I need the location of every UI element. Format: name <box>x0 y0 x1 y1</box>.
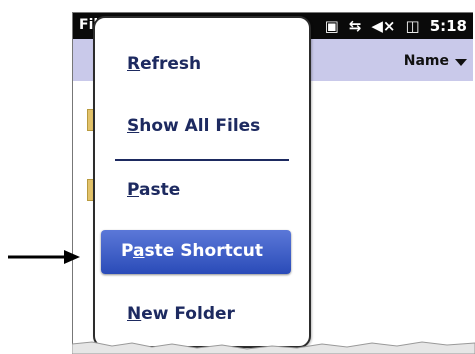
menu-item-accelerator: P <box>127 180 140 200</box>
menu-item-label: efresh <box>140 54 202 74</box>
menu-item-accelerator: N <box>127 304 142 324</box>
volume-icon: ◀× <box>371 17 396 35</box>
menu-item-accelerator: S <box>127 116 140 136</box>
sort-down-icon[interactable] <box>455 59 467 66</box>
menu-item-show-all-files[interactable]: Show All Files <box>127 116 260 136</box>
menu-item-accelerator: a <box>133 241 145 261</box>
menu-item-label-wrap: Paste Shortcut <box>121 241 263 261</box>
menu-item-accelerator: R <box>127 54 141 74</box>
menu-item-refresh[interactable]: Refresh <box>127 54 201 74</box>
menu-item-paste[interactable]: Paste <box>127 180 180 200</box>
menu-item-label: how All Files <box>139 116 261 136</box>
menu-item-label: ew Folder <box>141 304 235 324</box>
context-menu: Refresh Show All Files Paste Paste Short… <box>93 16 311 348</box>
menu-item-label: ste Shortcut <box>144 241 264 261</box>
clock[interactable]: 5:18 <box>430 17 467 35</box>
status-icons: ▣ ⇆ ◀× ◫ 5:18 <box>325 17 467 35</box>
menu-item-label: P <box>121 241 134 261</box>
sync-icon: ⇆ <box>348 17 362 35</box>
menu-item-new-folder[interactable]: New Folder <box>127 304 235 324</box>
menu-separator <box>115 159 289 161</box>
battery-icon: ◫ <box>405 17 420 35</box>
menu-item-label: aste <box>139 180 181 200</box>
signal-icon: ▣ <box>324 17 339 35</box>
torn-edge <box>72 341 475 354</box>
pointer-arrow-icon <box>8 250 80 264</box>
menu-item-paste-shortcut[interactable]: Paste Shortcut <box>101 230 291 274</box>
name-column-label[interactable]: Name <box>404 53 449 69</box>
